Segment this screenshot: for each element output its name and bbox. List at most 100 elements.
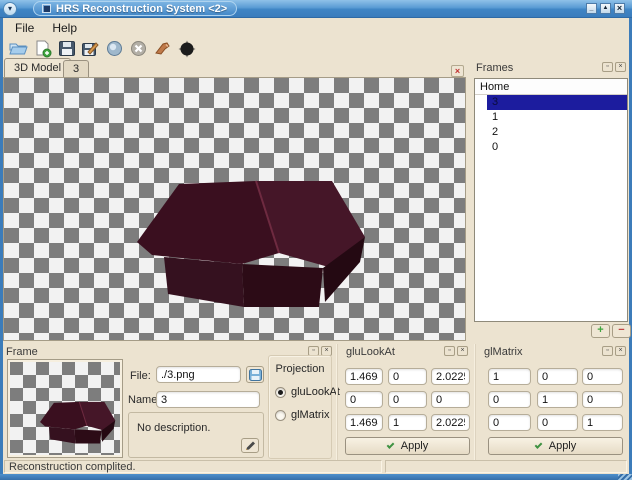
reconstruct-button[interactable] — [104, 39, 125, 59]
file-input[interactable] — [156, 366, 241, 383]
check-icon — [534, 441, 542, 449]
radio-glmatrix[interactable]: glMatrix — [275, 409, 330, 421]
frames-dock-title: Frames — [476, 62, 513, 74]
frames-dock: Frames ▫ × Home 3 1 2 0 + − — [470, 60, 630, 344]
menu-file[interactable]: File — [8, 20, 41, 36]
file-label: File: — [130, 370, 151, 382]
frames-float-button[interactable]: ▫ — [602, 62, 613, 72]
glulookat-cell-0-0[interactable] — [345, 368, 383, 385]
glulookat-apply-button[interactable]: Apply — [345, 437, 470, 455]
glulookat-cell-2-1[interactable] — [388, 414, 427, 431]
new-frame-button[interactable] — [32, 39, 53, 59]
projection-label: Projection — [269, 363, 331, 375]
minimize-button[interactable]: _ — [586, 3, 597, 14]
name-input[interactable] — [156, 391, 260, 408]
check-icon — [386, 441, 394, 449]
glulookat-cell-0-1[interactable] — [388, 368, 427, 385]
radio-icon — [275, 410, 286, 421]
glulookat-cell-2-0[interactable] — [345, 414, 383, 431]
titlebar[interactable]: ▾ HRS Reconstruction System <2> _ ▲ × — [0, 0, 632, 18]
frames-list: Home 3 1 2 0 — [474, 78, 628, 322]
glmatrix-apply-button[interactable]: Apply — [488, 437, 623, 455]
glulookat-float-button[interactable]: ▫ — [444, 346, 455, 356]
resize-grip[interactable] — [618, 474, 632, 480]
window-menu-button[interactable]: ▾ — [3, 2, 17, 16]
glmatrix-cell-0-1[interactable] — [537, 368, 578, 385]
frame-list-item[interactable]: 2 — [475, 125, 627, 140]
description-text: No description. — [137, 422, 210, 434]
app-icon — [42, 4, 51, 13]
glulookat-close-button[interactable]: × — [457, 346, 468, 356]
glulookat-apply-label: Apply — [401, 440, 429, 452]
window-title: HRS Reconstruction System <2> — [56, 3, 227, 15]
render-ball-icon — [178, 40, 196, 58]
glmatrix-cell-2-1[interactable] — [537, 414, 578, 431]
maximize-button[interactable]: ▲ — [600, 3, 611, 14]
menu-help[interactable]: Help — [45, 20, 84, 36]
glulookat-cell-1-2[interactable] — [431, 391, 470, 408]
save-button[interactable] — [56, 39, 77, 59]
add-frame-button[interactable]: + — [591, 324, 610, 338]
render-button[interactable] — [176, 39, 197, 59]
frames-list-header[interactable]: Home — [475, 79, 627, 95]
glmatrix-dock-title: glMatrix — [484, 346, 523, 358]
glulookat-cell-2-2[interactable] — [431, 414, 470, 431]
glulookat-cell-1-1[interactable] — [388, 391, 427, 408]
projection-group: Projection gluLookAt glMatrix — [268, 355, 332, 459]
new-document-icon — [33, 40, 52, 58]
stop-button[interactable] — [128, 39, 149, 59]
glmatrix-cell-1-2[interactable] — [582, 391, 623, 408]
remove-frame-button[interactable]: − — [612, 324, 631, 338]
glmatrix-cell-0-0[interactable] — [488, 368, 531, 385]
browse-file-button[interactable] — [246, 366, 264, 383]
title-capsule: HRS Reconstruction System <2> — [33, 1, 237, 16]
model-3d — [4, 78, 466, 341]
save-as-button[interactable] — [80, 39, 101, 59]
glmatrix-float-button[interactable]: ▫ — [602, 346, 613, 356]
save-as-icon — [81, 40, 100, 58]
glulookat-dock-titlebar[interactable]: gluLookAt ▫ × — [340, 344, 472, 360]
frame-dock-title: Frame — [6, 346, 38, 358]
glulookat-cell-1-0[interactable] — [345, 391, 383, 408]
tab-3d-model[interactable]: 3D Model — [4, 58, 71, 77]
glmatrix-cell-0-2[interactable] — [582, 368, 623, 385]
frame-thumbnail-model — [10, 362, 120, 455]
paint-hand-icon — [153, 40, 172, 57]
viewport-3d[interactable] — [3, 77, 466, 341]
tab-close-button[interactable]: × — [451, 65, 464, 77]
radio-icon — [275, 387, 286, 398]
statusbar: Reconstruction complited. — [3, 459, 629, 474]
glulookat-cell-0-2[interactable] — [431, 368, 470, 385]
radio-glulookat-label: gluLookAt — [291, 386, 340, 398]
save-floppy-icon — [58, 40, 76, 57]
frame-list-item[interactable]: 0 — [475, 140, 627, 155]
close-button[interactable]: × — [614, 3, 625, 14]
window-border — [0, 474, 632, 480]
open-button[interactable] — [8, 39, 29, 59]
frame-dock: Frame ▫ × File: — [0, 344, 336, 460]
status-message: Reconstruction complited. — [4, 460, 382, 473]
tabbar: 3D Model 3 × — [3, 60, 466, 77]
delete-orb-icon — [130, 40, 147, 57]
frames-close-button[interactable]: × — [615, 62, 626, 72]
splitter[interactable] — [336, 344, 338, 460]
glmatrix-cell-1-1[interactable] — [537, 391, 578, 408]
settings-orb-icon — [106, 40, 123, 57]
frame-list-item[interactable]: 3 — [487, 95, 627, 110]
frame-list-item[interactable]: 1 — [475, 110, 627, 125]
glmatrix-cell-2-0[interactable] — [488, 414, 531, 431]
glmatrix-close-button[interactable]: × — [615, 346, 626, 356]
glmatrix-cell-2-2[interactable] — [582, 414, 623, 431]
texture-button[interactable] — [152, 39, 173, 59]
edit-description-button[interactable] — [241, 438, 259, 453]
status-spacer — [385, 460, 627, 473]
frame-thumbnail — [8, 360, 122, 457]
splitter[interactable] — [474, 344, 476, 460]
glmatrix-cell-1-0[interactable] — [488, 391, 531, 408]
pencil-icon — [245, 441, 256, 451]
frames-dock-titlebar[interactable]: Frames ▫ × — [470, 60, 630, 76]
radio-glulookat[interactable]: gluLookAt — [275, 386, 340, 398]
radio-glmatrix-label: glMatrix — [291, 409, 330, 421]
glmatrix-dock-titlebar[interactable]: glMatrix ▫ × — [478, 344, 630, 360]
tab-frame-3[interactable]: 3 — [63, 60, 89, 77]
